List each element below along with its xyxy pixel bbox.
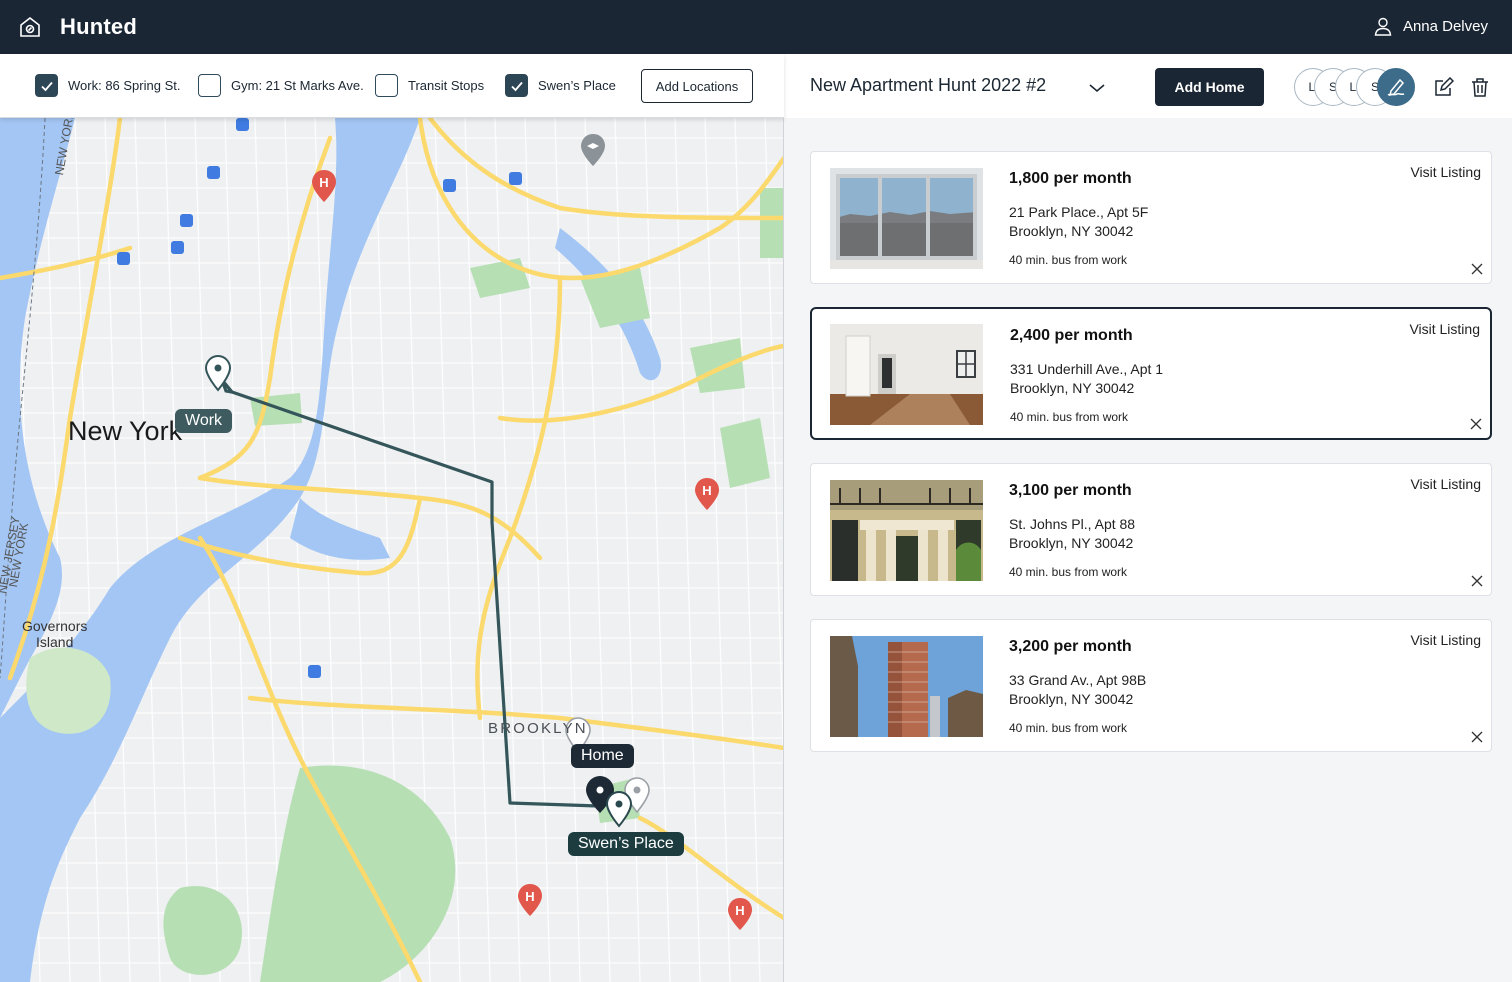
listing-address-line1: St. Johns Pl., Apt 88 <box>1009 516 1136 532</box>
home-icon[interactable] <box>18 15 42 39</box>
close-icon[interactable] <box>1471 731 1483 743</box>
user-icon <box>1374 17 1392 36</box>
checkbox-unchecked-icon[interactable] <box>198 74 221 97</box>
map-label-governors-island: Governors Island <box>22 618 88 650</box>
hunt-header: New Apartment Hunt 2022 #2 Add Home L' S… <box>784 54 1512 118</box>
listing-address-line1: 33 Grand Av., Apt 98B <box>1009 672 1147 688</box>
listing-address-line2: Brooklyn, NY 30042 <box>1009 535 1134 551</box>
listing-photo <box>830 636 983 737</box>
listing-commute: 40 min. bus from work <box>1010 410 1129 424</box>
close-icon[interactable] <box>1471 263 1483 275</box>
listing-commute: 40 min. bus from work <box>1009 565 1128 579</box>
filter-label: Transit Stops <box>408 78 485 93</box>
hunt-title[interactable]: New Apartment Hunt 2022 #2 <box>810 75 1046 96</box>
visit-listing-link[interactable]: Visit Listing <box>1410 164 1481 180</box>
listing-address-line2: Brooklyn, NY 30042 <box>1009 691 1134 707</box>
filter-label: Swen’s Place <box>538 78 616 93</box>
collaborator-avatars: L' S L' S <box>1294 68 1424 106</box>
panel-divider <box>783 54 784 982</box>
location-filter-bar: Work: 86 Spring St. Gym: 21 St Marks Ave… <box>0 54 784 118</box>
svg-text:H: H <box>735 903 744 918</box>
listing-photo <box>830 480 983 581</box>
listing-price: 2,400 per month <box>1010 327 1133 344</box>
listing-commute: 40 min. bus from work <box>1009 721 1128 735</box>
listing-address-line2: Brooklyn, NY 30042 <box>1010 380 1135 396</box>
pin-label-work[interactable]: Work <box>175 409 233 433</box>
svg-text:H: H <box>525 889 534 904</box>
filter-work[interactable]: Work: 86 Spring St. <box>35 74 180 97</box>
map-label-brooklyn: BROOKLYN <box>488 720 588 737</box>
visit-listing-link[interactable]: Visit Listing <box>1410 632 1481 648</box>
filter-label: Work: 86 Spring St. <box>68 78 181 93</box>
svg-text:H: H <box>702 483 711 498</box>
user-name: Anna Delvey <box>1402 17 1488 35</box>
trash-icon[interactable] <box>1470 77 1490 97</box>
close-icon[interactable] <box>1470 418 1482 430</box>
listing-address-line2: Brooklyn, NY 30042 <box>1009 223 1134 239</box>
listing-address-line1: 331 Underhill Ave., Apt 1 <box>1010 361 1164 377</box>
listing-price: 3,100 per month <box>1009 482 1132 499</box>
svg-text:H: H <box>319 175 328 190</box>
listing-card[interactable]: 2,400 per month 331 Underhill Ave., Apt … <box>810 307 1492 440</box>
top-bar: Hunted Anna Delvey <box>0 0 1512 54</box>
share-edit-button[interactable] <box>1377 68 1415 106</box>
filter-label: Gym: 21 St Marks Ave. <box>231 78 364 93</box>
add-home-button[interactable]: Add Home <box>1155 68 1264 106</box>
filter-gym[interactable]: Gym: 21 St Marks Ave. <box>198 74 364 97</box>
visit-listing-link[interactable]: Visit Listing <box>1410 476 1481 492</box>
edit-icon[interactable] <box>1434 77 1454 97</box>
close-icon[interactable] <box>1471 575 1483 587</box>
filter-transit-stops[interactable]: Transit Stops <box>375 74 484 97</box>
checkbox-checked-icon[interactable] <box>505 74 528 97</box>
checkbox-checked-icon[interactable] <box>35 74 58 97</box>
visit-listing-link[interactable]: Visit Listing <box>1409 321 1480 337</box>
map-view[interactable]: HHHH New York BROOKLYN Governors Island … <box>0 118 784 982</box>
map-label-new-york: New York <box>68 416 183 446</box>
listing-card[interactable]: 3,200 per month 33 Grand Av., Apt 98B Br… <box>810 619 1492 752</box>
listing-photo <box>830 168 983 269</box>
pin-label-home[interactable]: Home <box>571 744 634 768</box>
add-locations-button[interactable]: Add Locations <box>641 69 753 103</box>
pen-signature-icon <box>1387 78 1405 97</box>
user-menu[interactable]: Anna Delvey <box>1373 16 1488 36</box>
listing-price: 1,800 per month <box>1009 170 1132 187</box>
listing-photo <box>830 324 983 425</box>
filter-swens-place[interactable]: Swen’s Place <box>505 74 616 97</box>
checkbox-unchecked-icon[interactable] <box>375 74 398 97</box>
listing-price: 3,200 per month <box>1009 638 1132 655</box>
app-title: Hunted <box>60 14 137 39</box>
listing-card[interactable]: 3,100 per month St. Johns Pl., Apt 88 Br… <box>810 463 1492 596</box>
pin-label-swens-place[interactable]: Swen’s Place <box>568 832 684 856</box>
listing-commute: 40 min. bus from work <box>1009 253 1128 267</box>
listing-card[interactable]: 1,800 per month 21 Park Place., Apt 5F B… <box>810 151 1492 284</box>
chevron-down-icon[interactable] <box>1087 78 1107 98</box>
listing-address-line1: 21 Park Place., Apt 5F <box>1009 204 1149 220</box>
